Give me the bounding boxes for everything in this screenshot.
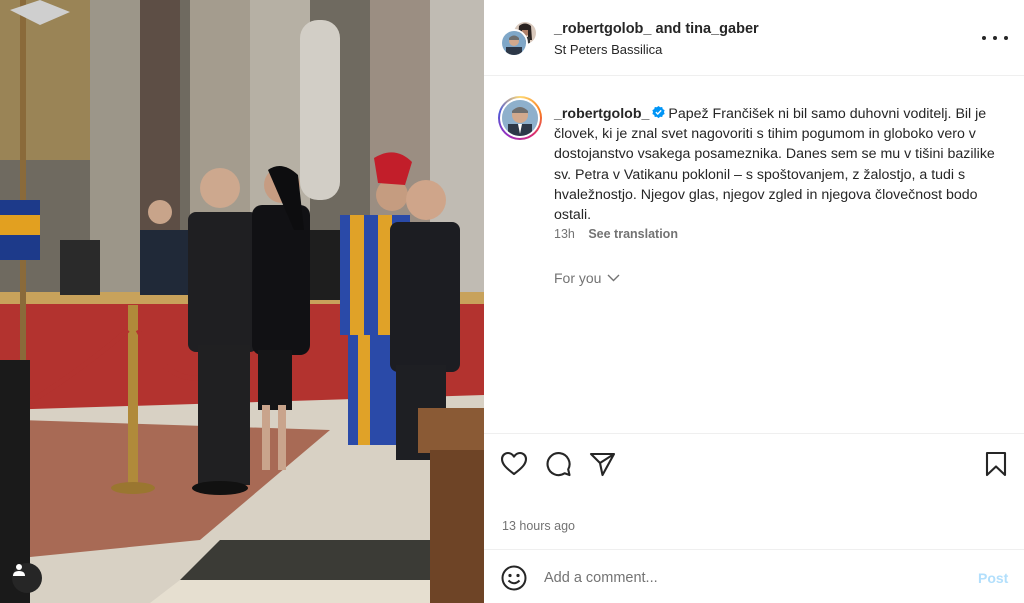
comment-input[interactable] bbox=[544, 564, 944, 592]
caption-body: Papež Frančišek ni bil samo duhovni vodi… bbox=[554, 106, 995, 224]
see-translation-link[interactable]: See translation bbox=[588, 227, 678, 241]
caption-text-block: _robertgolob_ Papež Frančišek ni bil samo… bbox=[554, 104, 1012, 225]
heart-icon[interactable] bbox=[500, 450, 528, 478]
share-icon[interactable] bbox=[588, 450, 616, 478]
author-link-tina-gaber[interactable]: tina_gaber bbox=[685, 21, 758, 37]
caption-meta: 13h See translation bbox=[554, 227, 678, 241]
avatar-robertgolob[interactable] bbox=[500, 29, 528, 57]
location-link[interactable]: St Peters Bassilica bbox=[554, 42, 662, 57]
caption-avatar-ring[interactable] bbox=[498, 96, 542, 140]
chevron-down-icon bbox=[607, 274, 620, 282]
more-options-icon bbox=[982, 36, 986, 40]
post-comment-button[interactable]: Post bbox=[978, 570, 1008, 586]
for-you-dropdown[interactable]: For you bbox=[554, 270, 620, 286]
caption-avatar[interactable] bbox=[500, 98, 540, 138]
verified-icon bbox=[652, 106, 666, 119]
post-photo[interactable] bbox=[0, 0, 484, 603]
tag-user-icon bbox=[13, 564, 25, 576]
author-link-robertgolob[interactable]: _robertgolob_ bbox=[554, 21, 651, 37]
bookmark-icon[interactable] bbox=[982, 450, 1010, 478]
post-timestamp[interactable]: 13 hours ago bbox=[502, 519, 575, 533]
caption-username[interactable]: _robertgolob_ bbox=[554, 106, 649, 122]
comment-icon[interactable] bbox=[544, 450, 572, 478]
action-bar bbox=[484, 433, 1024, 493]
more-options-button[interactable] bbox=[982, 28, 1008, 48]
for-you-label: For you bbox=[554, 270, 602, 286]
tag-user-button[interactable] bbox=[12, 563, 42, 593]
emoji-icon[interactable] bbox=[500, 564, 528, 592]
comment-bar: Post bbox=[484, 549, 1024, 603]
caption-age: 13h bbox=[554, 227, 575, 241]
author-joiner: and bbox=[655, 21, 682, 37]
post-header: _robertgolob_ and tina_gaber St Peters B… bbox=[484, 0, 1024, 76]
collab-avatars[interactable] bbox=[500, 20, 540, 60]
post-authors: _robertgolob_ and tina_gaber bbox=[554, 21, 759, 37]
post-side-panel: _robertgolob_ and tina_gaber St Peters B… bbox=[484, 0, 1024, 603]
basilica-scene bbox=[0, 0, 484, 603]
